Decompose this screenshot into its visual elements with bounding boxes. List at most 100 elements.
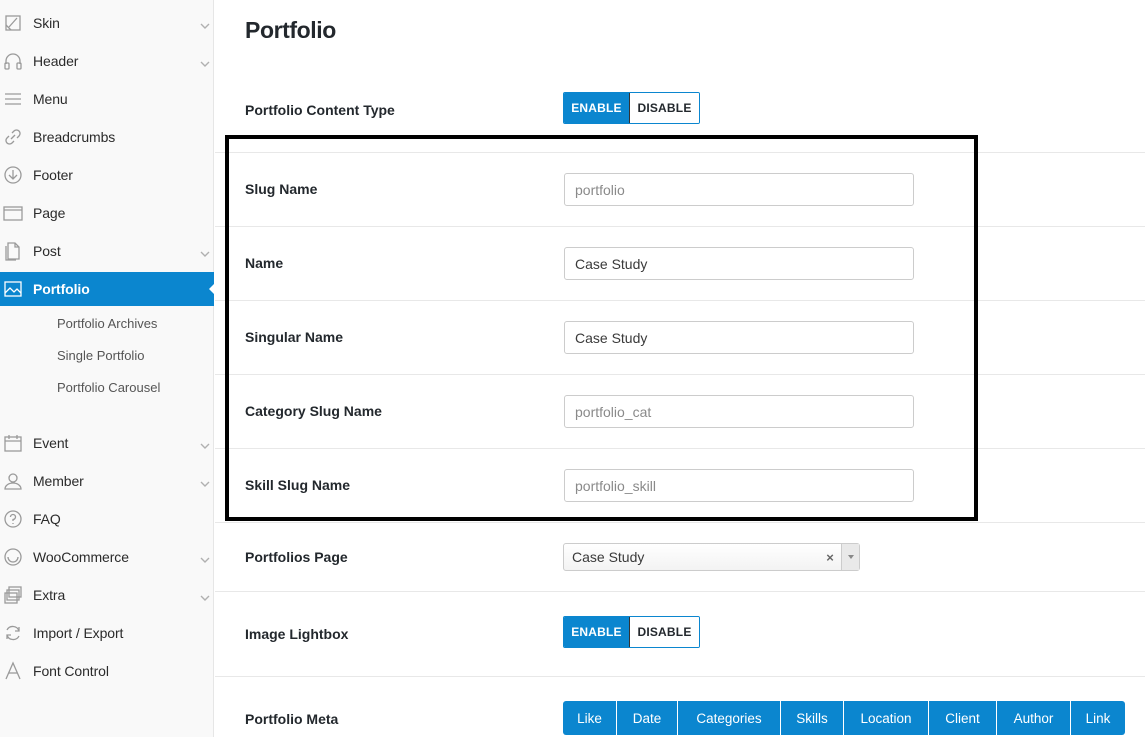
main-content: Portfolio Portfolio Content Type ENABLE … (215, 0, 1145, 737)
setting-row-skill-slug: Skill Slug Name (215, 449, 1145, 523)
setting-label: Category Slug Name (245, 403, 382, 419)
meta-like-button[interactable]: Like (563, 701, 617, 735)
setting-label: Portfolio Content Type (245, 102, 395, 118)
name-input[interactable] (564, 247, 914, 280)
refresh-icon (2, 622, 24, 644)
chevron-down-icon[interactable] (200, 552, 210, 563)
skill-slug-input[interactable] (564, 469, 914, 502)
sidebar-item-post[interactable]: Post (0, 234, 214, 268)
setting-label: Portfolios Page (245, 549, 348, 565)
sidebar-item-member[interactable]: Member (0, 464, 214, 498)
layers-icon (2, 584, 24, 606)
sidebar: Skin Header Menu Breadcrumbs Footer Page… (0, 0, 214, 737)
setting-row-image-lightbox: Image Lightbox ENABLE DISABLE (215, 592, 1145, 677)
enable-button[interactable]: ENABLE (564, 93, 629, 123)
chevron-down-icon[interactable] (200, 438, 210, 449)
chevron-down-icon[interactable] (200, 476, 210, 487)
sidebar-item-footer[interactable]: Footer (0, 158, 214, 192)
sidebar-item-header[interactable]: Header (0, 44, 214, 78)
sidebar-item-label: Menu (33, 91, 68, 107)
sidebar-subitem-portfolio-archives[interactable]: Portfolio Archives (57, 316, 157, 331)
meta-link-button[interactable]: Link (1071, 701, 1125, 735)
meta-author-button[interactable]: Author (997, 701, 1071, 735)
image-icon (2, 278, 24, 300)
chevron-down-icon[interactable] (200, 246, 210, 257)
headphones-icon (2, 50, 24, 72)
sidebar-item-skin[interactable]: Skin (0, 6, 214, 40)
link-icon (2, 126, 24, 148)
sidebar-item-label: Header (33, 53, 79, 69)
disable-button[interactable]: DISABLE (629, 93, 699, 123)
sidebar-item-font-control[interactable]: Font Control (0, 654, 214, 688)
category-slug-input[interactable] (564, 395, 914, 428)
sidebar-item-woocommerce[interactable]: WooCommerce (0, 540, 214, 574)
sidebar-item-label: Footer (33, 167, 73, 183)
setting-label: Image Lightbox (245, 626, 349, 642)
setting-label: Singular Name (245, 329, 344, 345)
sidebar-subitem-portfolio-carousel[interactable]: Portfolio Carousel (57, 380, 160, 395)
dropdown-arrow-icon[interactable] (841, 544, 859, 570)
sidebar-subitem-single-portfolio[interactable]: Single Portfolio (57, 348, 144, 363)
sidebar-item-label: FAQ (33, 511, 61, 527)
setting-row-content-type: Portfolio Content Type ENABLE DISABLE (215, 75, 1145, 153)
setting-row-slug-name: Slug Name (215, 153, 1145, 227)
sidebar-item-label: Member (33, 473, 84, 489)
chevron-down-icon[interactable] (200, 18, 210, 29)
setting-row-portfolio-meta: Portfolio Meta Like Date Categories Skil… (215, 677, 1145, 737)
setting-label: Slug Name (245, 181, 318, 197)
sidebar-item-label: Breadcrumbs (33, 129, 116, 145)
sidebar-item-faq[interactable]: FAQ (0, 502, 214, 536)
content-type-toggle: ENABLE DISABLE (563, 92, 700, 124)
setting-row-category-slug: Category Slug Name (215, 375, 1145, 449)
sidebar-item-label: Event (33, 435, 69, 451)
documents-icon (2, 240, 24, 262)
sidebar-item-event[interactable]: Event (0, 426, 214, 460)
meta-date-button[interactable]: Date (617, 701, 678, 735)
sidebar-item-label: Extra (33, 587, 66, 603)
meta-location-button[interactable]: Location (844, 701, 929, 735)
singular-name-input[interactable] (564, 321, 914, 354)
paint-icon (2, 12, 24, 34)
sidebar-item-label: WooCommerce (33, 549, 129, 565)
question-circle-icon (2, 508, 24, 530)
chevron-down-icon[interactable] (200, 56, 210, 67)
sidebar-item-label: Post (33, 243, 61, 259)
portfolio-meta-options: Like Date Categories Skills Location Cli… (563, 701, 1125, 735)
sidebar-item-label: Page (33, 205, 66, 221)
sidebar-item-menu[interactable]: Menu (0, 82, 214, 116)
chevron-down-icon[interactable] (200, 590, 210, 601)
page-icon (2, 202, 24, 224)
sidebar-item-label: Font Control (33, 663, 109, 679)
portfolios-page-select[interactable]: Case Study × (563, 543, 860, 571)
user-icon (2, 470, 24, 492)
font-icon (2, 660, 24, 682)
sidebar-item-portfolio[interactable]: Portfolio (0, 272, 214, 306)
enable-button[interactable]: ENABLE (564, 617, 629, 647)
menu-lines-icon (2, 88, 24, 110)
sidebar-item-page[interactable]: Page (0, 196, 214, 230)
sidebar-item-import-export[interactable]: Import / Export (0, 616, 214, 650)
meta-categories-button[interactable]: Categories (678, 701, 781, 735)
sidebar-item-extra[interactable]: Extra (0, 578, 214, 612)
disable-button[interactable]: DISABLE (629, 617, 699, 647)
woocommerce-icon (2, 546, 24, 568)
setting-row-name: Name (215, 227, 1145, 301)
sidebar-item-label: Portfolio (33, 281, 90, 297)
calendar-icon (2, 432, 24, 454)
meta-client-button[interactable]: Client (929, 701, 997, 735)
setting-row-portfolios-page: Portfolios Page Case Study × (215, 523, 1145, 592)
active-caret (209, 284, 214, 294)
setting-label: Name (245, 255, 284, 271)
image-lightbox-toggle: ENABLE DISABLE (563, 616, 700, 648)
meta-skills-button[interactable]: Skills (781, 701, 844, 735)
setting-label: Portfolio Meta (245, 711, 339, 727)
page-title: Portfolio (245, 17, 336, 43)
arrow-down-circle-icon (2, 164, 24, 186)
sidebar-item-label: Import / Export (33, 625, 124, 641)
slug-name-input[interactable] (564, 173, 914, 206)
setting-label: Skill Slug Name (245, 477, 351, 493)
clear-icon[interactable]: × (823, 550, 837, 565)
sidebar-item-label: Skin (33, 15, 60, 31)
sidebar-item-breadcrumbs[interactable]: Breadcrumbs (0, 120, 214, 154)
setting-row-singular-name: Singular Name (215, 301, 1145, 375)
